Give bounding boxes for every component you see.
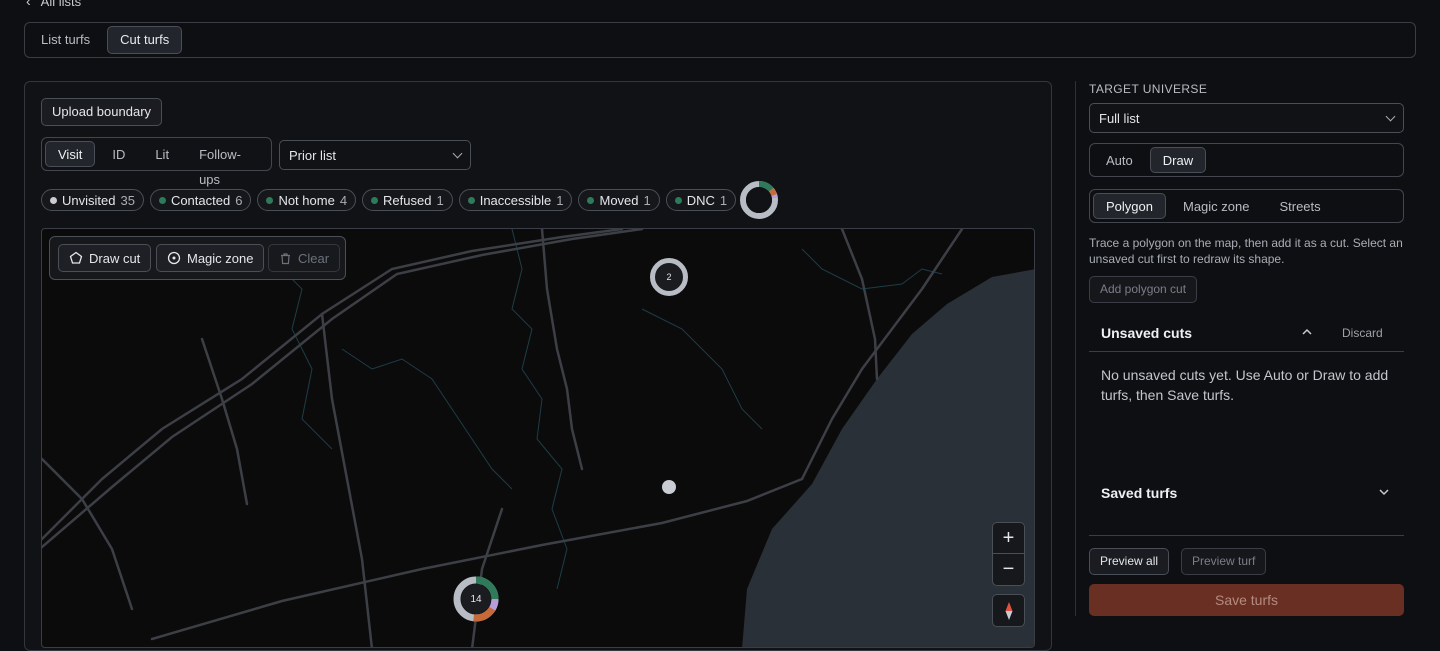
chip-count: 1 bbox=[643, 192, 651, 208]
magic-zone-button[interactable]: Magic zone bbox=[156, 244, 265, 272]
chip-label: Refused bbox=[383, 192, 432, 208]
trash-icon bbox=[281, 252, 290, 264]
target-icon bbox=[167, 251, 181, 265]
section-divider bbox=[1089, 351, 1404, 352]
chip-count: 35 bbox=[120, 192, 135, 208]
target-universe-label: TARGET UNIVERSE bbox=[1089, 82, 1208, 96]
tab-id[interactable]: ID bbox=[99, 141, 138, 167]
draw-cut-button[interactable]: Draw cut bbox=[58, 244, 152, 272]
turf-tabs: List turfs Cut turfs bbox=[24, 22, 1416, 58]
tab-draw[interactable]: Draw bbox=[1149, 147, 1207, 173]
chevron-left-icon: ‹ bbox=[26, 0, 31, 9]
chevron-up-icon[interactable] bbox=[1301, 327, 1313, 337]
sidebar-divider bbox=[1075, 81, 1076, 616]
status-dot-icon bbox=[158, 196, 166, 204]
draw-cut-label: Draw cut bbox=[89, 250, 141, 266]
section-divider bbox=[1089, 535, 1404, 536]
back-link-label: All lists bbox=[40, 0, 82, 9]
chip-label: Inaccessible bbox=[479, 192, 552, 208]
unsaved-empty-text: No unsaved cuts yet. Use Auto or Draw to… bbox=[1101, 367, 1389, 403]
cluster-count: 2 bbox=[666, 272, 672, 282]
status-dot-icon bbox=[467, 196, 475, 204]
preview-all-button[interactable]: Preview all bbox=[1089, 548, 1170, 575]
chip-label: Moved bbox=[599, 192, 639, 208]
zoom-controls: + − bbox=[992, 522, 1025, 586]
chip-dnc[interactable]: DNC 1 bbox=[665, 189, 737, 211]
zoom-in-button[interactable]: + bbox=[993, 523, 1024, 554]
chip-refused[interactable]: Refused 1 bbox=[362, 189, 453, 211]
chip-unvisited[interactable]: Unvisited 35 bbox=[41, 189, 144, 211]
map-cluster-marker[interactable]: 2 bbox=[650, 258, 688, 296]
tab-auto[interactable]: Auto bbox=[1093, 147, 1146, 173]
clear-label: Clear bbox=[298, 250, 330, 266]
chip-inaccessible[interactable]: Inaccessible 1 bbox=[458, 189, 573, 211]
map-cluster-marker[interactable]: 14 bbox=[452, 575, 500, 623]
map-point-marker[interactable] bbox=[662, 480, 676, 494]
universe-value: Full list bbox=[1099, 110, 1140, 126]
cluster-count: 14 bbox=[470, 593, 482, 605]
draw-mode-tabs: Polygon Magic zone Streets bbox=[1089, 189, 1404, 223]
tab-magic-zone[interactable]: Magic zone bbox=[1170, 193, 1262, 219]
saved-turfs-title: Saved turfs bbox=[1101, 485, 1178, 501]
tab-polygon[interactable]: Polygon bbox=[1093, 193, 1166, 219]
status-dot-icon bbox=[371, 196, 379, 204]
chip-count: 6 bbox=[235, 192, 243, 208]
discard-button[interactable]: Discard bbox=[1342, 326, 1383, 340]
mode-tabs: Visit ID Lit Follow-ups bbox=[41, 137, 272, 187]
save-turfs-button[interactable]: Save turfs bbox=[1089, 584, 1404, 616]
tab-cut-turfs[interactable]: Cut turfs bbox=[107, 26, 183, 54]
status-dot-icon bbox=[266, 196, 274, 204]
status-donut-icon bbox=[740, 181, 778, 219]
chip-not-home[interactable]: Not home 4 bbox=[257, 189, 357, 211]
chip-count: 1 bbox=[556, 192, 564, 208]
chip-label: Not home bbox=[278, 192, 335, 208]
pentagon-icon bbox=[69, 251, 83, 264]
status-dot-icon bbox=[50, 196, 57, 204]
preview-turf-button[interactable]: Preview turf bbox=[1181, 548, 1267, 575]
upload-boundary-button[interactable]: Upload boundary bbox=[41, 98, 163, 126]
chip-label: Unvisited bbox=[62, 192, 116, 208]
chevron-down-icon bbox=[1385, 111, 1396, 122]
map-draw-toolbar: Draw cut Magic zone Clear bbox=[49, 236, 346, 280]
chevron-down-icon bbox=[452, 148, 463, 159]
tab-list-turfs[interactable]: List turfs bbox=[28, 26, 103, 54]
chip-label: DNC bbox=[686, 192, 715, 208]
tab-visit[interactable]: Visit bbox=[45, 141, 96, 167]
tab-streets[interactable]: Streets bbox=[1266, 193, 1333, 219]
universe-select[interactable]: Full list bbox=[1089, 103, 1404, 133]
chip-count: 1 bbox=[436, 192, 444, 208]
map-basemap bbox=[42, 229, 1034, 647]
chevron-down-icon[interactable] bbox=[1378, 487, 1390, 497]
compass-button[interactable] bbox=[992, 594, 1025, 627]
chip-label: Contacted bbox=[170, 192, 231, 208]
magic-zone-label: Magic zone bbox=[187, 250, 254, 266]
add-polygon-cut-button[interactable]: Add polygon cut bbox=[1089, 276, 1198, 303]
back-link[interactable]: ‹ All lists bbox=[26, 0, 81, 9]
unsaved-cuts-title: Unsaved cuts bbox=[1101, 325, 1193, 341]
status-chips: Unvisited 35 Contacted 6 Not home 4 Refu… bbox=[41, 189, 737, 211]
map-canvas[interactable] bbox=[41, 228, 1035, 648]
tab-follow-ups[interactable]: Follow-ups bbox=[186, 141, 268, 187]
chip-contacted[interactable]: Contacted 6 bbox=[149, 189, 252, 211]
prior-list-select[interactable]: Prior list bbox=[279, 140, 471, 170]
prior-list-value: Prior list bbox=[289, 147, 336, 163]
chip-count: 1 bbox=[719, 192, 728, 208]
tab-lit[interactable]: Lit bbox=[142, 141, 182, 167]
chip-moved[interactable]: Moved 1 bbox=[578, 189, 660, 211]
compass-icon bbox=[1005, 601, 1012, 620]
zoom-out-button[interactable]: − bbox=[993, 554, 1024, 585]
method-tabs: Auto Draw bbox=[1089, 143, 1404, 177]
chip-count: 4 bbox=[339, 192, 348, 208]
clear-button[interactable]: Clear bbox=[268, 244, 341, 272]
status-dot-icon bbox=[587, 196, 595, 204]
polygon-help-text: Trace a polygon on the map, then add it … bbox=[1089, 236, 1403, 266]
status-dot-icon bbox=[674, 196, 682, 204]
